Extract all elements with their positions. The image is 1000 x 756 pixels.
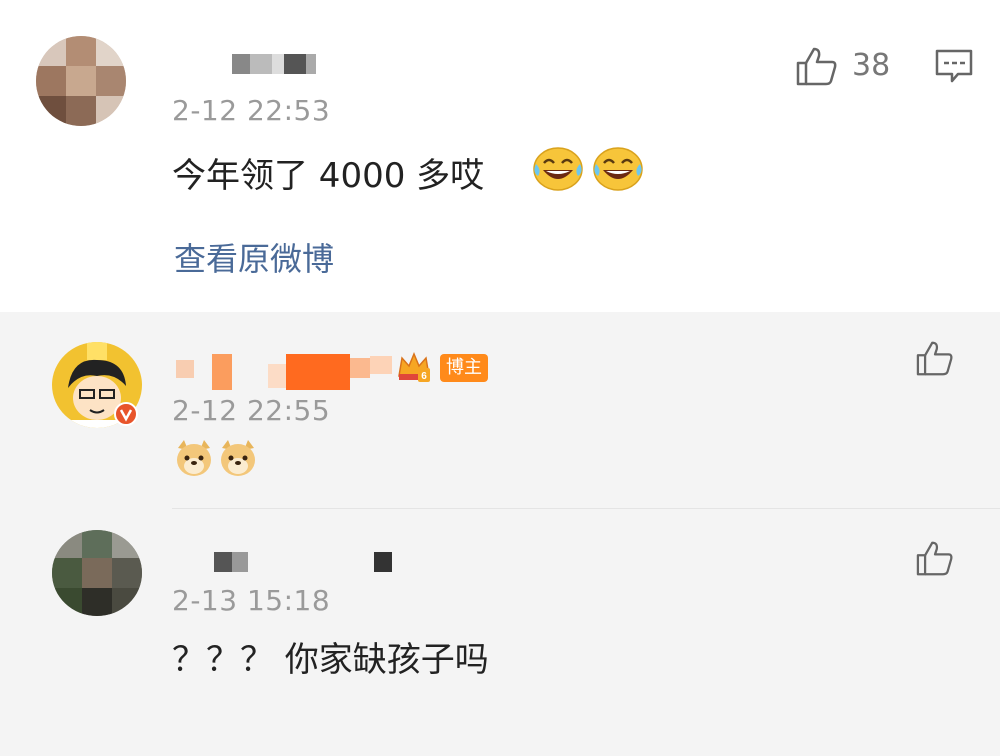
laugh-cry-emoji xyxy=(533,147,583,191)
reply-list xyxy=(0,312,1000,756)
main-comment: 2-12 22:53 今年领了 4000 多哎 查看原微博 38 xyxy=(0,0,1000,312)
reply-timestamp: 2-12 22:55 xyxy=(172,394,331,427)
comment-timestamp: 2-12 22:53 xyxy=(172,94,331,127)
divider xyxy=(172,508,1000,509)
like-count: 38 xyxy=(852,48,891,83)
verified-v-icon xyxy=(114,402,138,426)
blogger-badge: 博主 xyxy=(440,354,488,382)
reply-text: ？？？ 你家缺孩子吗 xyxy=(172,640,489,680)
username-redacted[interactable] xyxy=(232,54,322,74)
view-original-weibo-link[interactable]: 查看原微博 xyxy=(174,234,334,280)
avatar[interactable] xyxy=(52,530,142,616)
username-redacted[interactable] xyxy=(214,552,394,572)
thumbs-up-icon[interactable] xyxy=(916,340,954,376)
doge-emoji xyxy=(177,440,211,476)
crown-level-icon: 6 xyxy=(398,352,430,382)
thumbs-up-icon[interactable] xyxy=(916,540,954,576)
svg-text:6: 6 xyxy=(421,371,427,382)
doge-emoji xyxy=(221,440,255,476)
avatar[interactable] xyxy=(36,36,126,126)
username-redacted[interactable] xyxy=(176,354,392,390)
comment-icon[interactable] xyxy=(934,48,974,84)
thumbs-up-icon[interactable] xyxy=(796,46,838,86)
reply-timestamp: 2-13 15:18 xyxy=(172,584,331,617)
comment-text: 今年领了 4000 多哎 xyxy=(172,156,485,196)
laugh-cry-emoji xyxy=(593,147,643,191)
